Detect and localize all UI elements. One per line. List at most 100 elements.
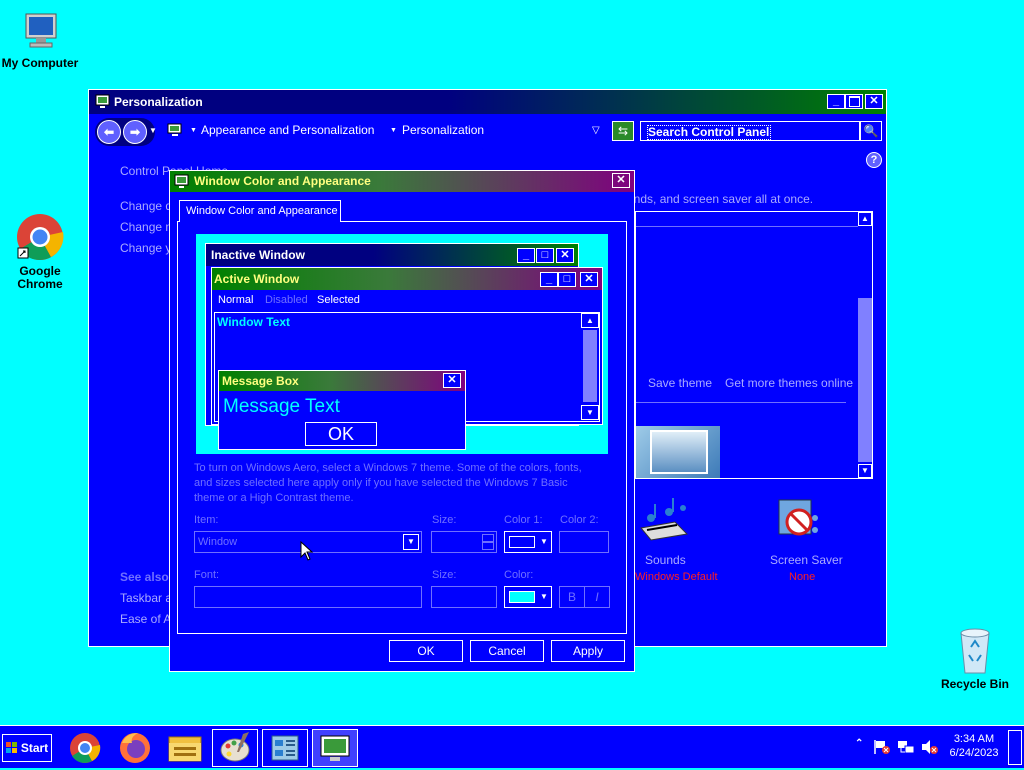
clock[interactable]: 3:34 AM 6/24/2023 — [946, 732, 1002, 760]
preview-menu-selected: Selected — [317, 294, 360, 306]
color2-picker[interactable] — [559, 531, 609, 553]
preview-inactive-maximize: □ — [536, 248, 554, 263]
search-box[interactable]: Search Control Panel — [640, 121, 860, 141]
breadcrumb-appearance[interactable]: Appearance and Personalization — [201, 123, 374, 137]
personalization-icon — [95, 94, 110, 108]
dialog-icon — [174, 174, 189, 188]
sounds-value[interactable]: Windows Default — [635, 571, 718, 583]
screensaver-item[interactable] — [777, 498, 821, 544]
font-label: Font: — [194, 569, 220, 581]
scroll-thumb[interactable] — [858, 298, 872, 462]
preview-scroll-down-icon: ▼ — [581, 405, 599, 420]
preview-msgbox-titlebar: Message Box ✕ — [219, 371, 465, 391]
mouse-cursor-icon — [300, 541, 314, 561]
more-themes-link[interactable]: Get more themes online — [725, 376, 853, 390]
control-panel-icon — [271, 735, 299, 761]
preview-scroll-up-icon: ▲ — [581, 313, 599, 328]
back-button[interactable]: ⬅ — [97, 120, 121, 144]
history-dropdown-icon[interactable]: ▼ — [149, 126, 157, 135]
help-icon: ? — [870, 154, 878, 166]
network-icon[interactable] — [897, 739, 915, 755]
show-desktop-button[interactable] — [1008, 730, 1022, 765]
preview-menu-disabled: Disabled — [265, 294, 308, 306]
action-center-flag-icon[interactable] — [873, 739, 891, 755]
forward-arrow-icon: ➡ — [129, 125, 141, 139]
sounds-item[interactable] — [637, 496, 691, 542]
scroll-down-arrow-icon[interactable]: ▼ — [858, 464, 872, 478]
close-button[interactable]: ✕ — [865, 94, 883, 109]
item-dropdown-icon[interactable]: ▼ — [403, 534, 419, 550]
preview-inactive-minimize: _ — [517, 248, 535, 263]
taskbar-firefox[interactable] — [112, 729, 158, 767]
minimize-button[interactable]: _ — [827, 94, 845, 109]
preview-area: Inactive Window _ □ ✕ Active Window _ □ … — [196, 234, 608, 454]
theme-list[interactable]: Save theme Get more themes online ▲ ▼ — [635, 211, 873, 479]
taskbar-control-panel[interactable] — [262, 729, 308, 767]
tray-expand-icon[interactable]: ⌃ — [855, 738, 863, 749]
dialog-cancel-button[interactable]: Cancel — [470, 640, 544, 662]
taskbar-personalization-active[interactable] — [312, 729, 358, 767]
close-icon: ✕ — [616, 174, 626, 186]
minimize-icon: _ — [832, 95, 840, 107]
clock-date: 6/24/2023 — [949, 747, 999, 759]
theme-list-scrollbar[interactable]: ▲ ▼ — [858, 212, 872, 478]
font-color-dropdown-icon: ▼ — [540, 592, 548, 601]
tab-window-color[interactable]: Window Color and Appearance — [179, 200, 341, 222]
theme-thumbnail[interactable] — [636, 426, 720, 478]
volume-muted-icon[interactable] — [921, 739, 939, 755]
breadcrumb-separator2-icon[interactable]: ▼ — [390, 127, 397, 134]
taskbar-file-explorer[interactable] — [162, 729, 208, 767]
size-down-icon[interactable] — [482, 542, 494, 550]
search-input[interactable]: Search Control Panel — [647, 125, 771, 140]
address-dropdown-icon[interactable]: ▽ — [592, 125, 600, 136]
maximize-button[interactable] — [845, 94, 863, 109]
dialog-close-button[interactable]: ✕ — [612, 173, 630, 188]
forward-button[interactable]: ➡ — [123, 120, 147, 144]
desktop-icon-my-computer[interactable]: My Computer — [0, 10, 80, 70]
font-color-swatch — [509, 591, 535, 603]
color1-label: Color 1: — [504, 514, 543, 526]
screensaver-value[interactable]: None — [789, 571, 815, 583]
breadcrumb-separator-icon[interactable]: ▼ — [190, 127, 197, 134]
preview-menu-normal: Normal — [218, 294, 254, 306]
paint-icon — [220, 732, 250, 762]
nav-buttons: ⬅ ➡ ▼ — [95, 118, 157, 146]
save-theme-link[interactable]: Save theme — [648, 376, 712, 390]
font-select[interactable] — [194, 586, 422, 608]
breadcrumb-personalization[interactable]: Personalization — [402, 123, 484, 137]
firefox-icon — [120, 733, 150, 763]
scroll-up-arrow-icon[interactable]: ▲ — [858, 212, 872, 226]
size-spinner[interactable] — [431, 531, 497, 553]
font-color-picker[interactable]: ▼ — [504, 586, 552, 608]
size-up-icon[interactable] — [482, 534, 494, 542]
clock-time: 3:34 AM — [953, 733, 995, 745]
preview-active-maximize: □ — [558, 272, 576, 287]
desktop-icon-recycle-bin[interactable]: Recycle Bin — [935, 625, 1015, 691]
help-button[interactable]: ? — [866, 152, 882, 168]
preview-message-box: Message Box ✕ Message Text OK — [218, 370, 466, 450]
desktop-icon-chrome[interactable]: Google Chrome — [0, 212, 80, 291]
italic-button[interactable]: I — [584, 586, 610, 608]
preview-inactive-close: ✕ — [556, 248, 574, 263]
dialog-apply-button[interactable]: Apply — [551, 640, 625, 662]
start-button[interactable]: Start — [2, 734, 52, 762]
color2-label: Color 2: — [560, 514, 599, 526]
taskbar-paint[interactable] — [212, 729, 258, 767]
refresh-button[interactable]: ⇆ — [612, 121, 634, 141]
color1-dropdown-icon: ▼ — [540, 537, 548, 546]
sounds-label[interactable]: Sounds — [645, 553, 686, 567]
chrome-label: Google Chrome — [17, 264, 63, 291]
search-button[interactable]: 🔍 — [860, 121, 882, 141]
screensaver-label[interactable]: Screen Saver — [770, 553, 843, 567]
search-icon: 🔍 — [863, 124, 879, 138]
item-select-value: Window — [198, 536, 238, 548]
close-icon: ✕ — [869, 95, 879, 107]
font-size-select[interactable] — [431, 586, 497, 608]
my-computer-label: My Computer — [1, 56, 79, 70]
bold-button[interactable]: B — [559, 586, 585, 608]
recycle-bin-icon — [960, 628, 990, 674]
preview-active-titlebar: Active Window _ □ ✕ — [212, 268, 602, 290]
color1-picker[interactable]: ▼ — [504, 531, 552, 553]
dialog-ok-button[interactable]: OK — [389, 640, 463, 662]
taskbar-chrome[interactable] — [62, 729, 108, 767]
